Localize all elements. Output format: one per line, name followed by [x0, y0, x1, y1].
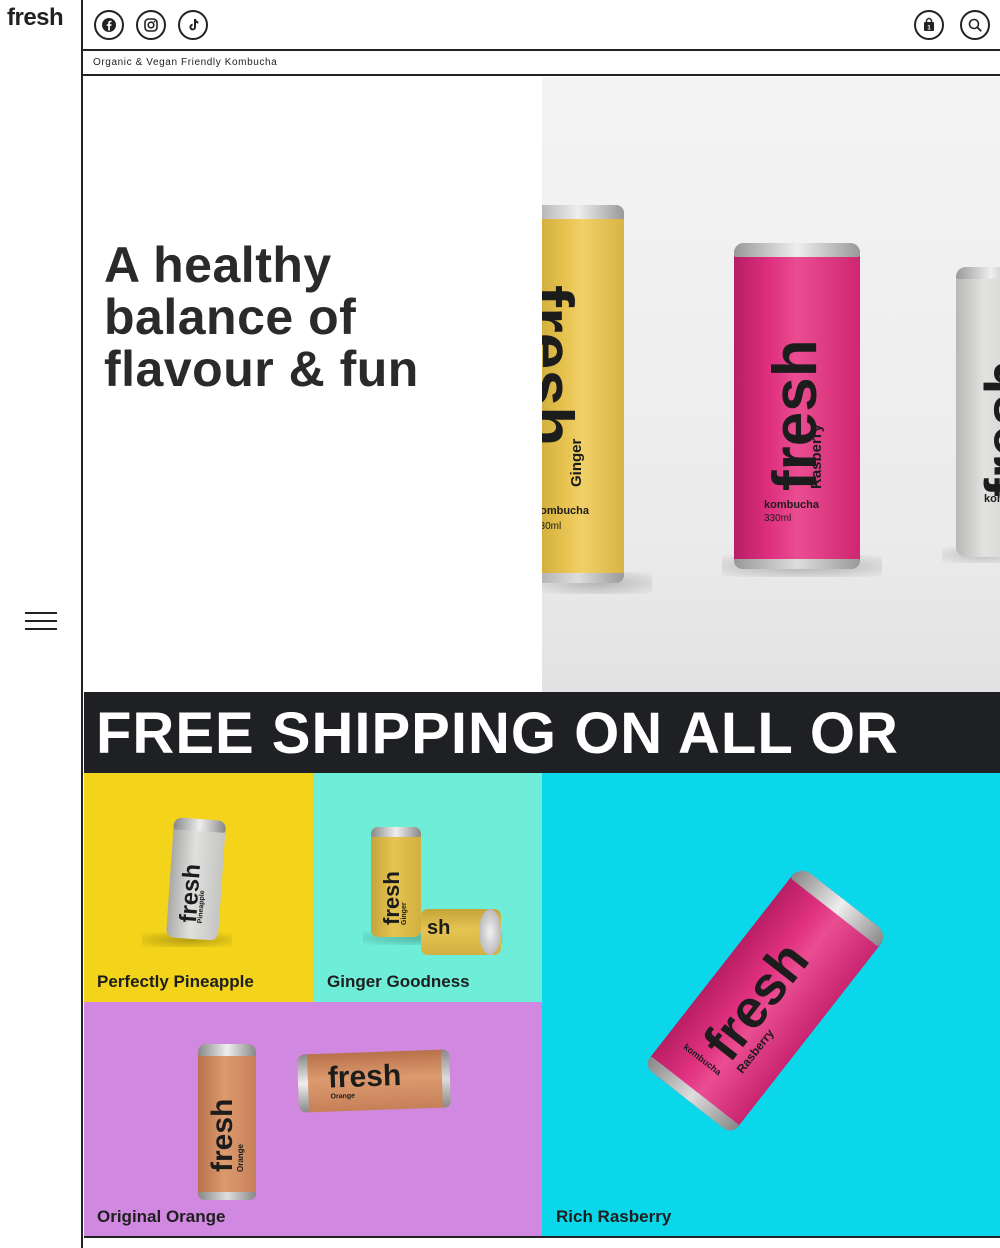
product-label[interactable]: Perfectly Pineapple [97, 972, 254, 992]
can-brand-text: fresh [973, 360, 1000, 497]
tagline-bar: Organic & Vegan Friendly Kombucha [83, 51, 1000, 76]
can-brand-text: sh [427, 917, 451, 939]
hero-title: A healthy balance of flavour & fun [104, 237, 419, 397]
can-flavor-text: Orange [330, 1092, 356, 1101]
tagline: Organic & Vegan Friendly Kombucha [93, 57, 278, 68]
cart-count: 1 [927, 24, 931, 31]
left-rail: fresh [0, 0, 83, 1248]
orange-can-lying: fresh Orange [297, 1049, 451, 1113]
facebook-icon[interactable] [94, 10, 124, 40]
brand-logo[interactable]: fresh [7, 4, 64, 32]
can-flavor-text: Orange [236, 1143, 245, 1172]
product-tile-rasberry[interactable]: fresh Rasberry kombucha Rich Rasberry [542, 773, 1000, 1236]
pineapple-can: fresh kom [956, 267, 1000, 557]
rasberry-can: fresh Rasberry kombucha 330ml [734, 243, 860, 569]
can-volume-text: 330ml [764, 513, 792, 524]
can-brand-text: fresh [206, 1098, 239, 1172]
ginger-can-lying: sh [421, 909, 501, 955]
can-volume-text: 330ml [542, 521, 562, 532]
tiktok-icon[interactable] [178, 10, 208, 40]
can-brand-text: fresh [327, 1059, 402, 1095]
can-flavor-text: Pineapple [196, 890, 207, 924]
ginger-can: fresh Ginger kombucha 330ml [542, 205, 624, 583]
search-icon[interactable] [960, 10, 990, 40]
can-brand-text: fresh [542, 285, 587, 447]
instagram-icon[interactable] [136, 10, 166, 40]
top-bar: 1 [83, 0, 1000, 51]
hero-section: A healthy balance of flavour & fun fresh… [84, 77, 1000, 692]
hero-product-image: fresh Ginger kombucha 330ml fresh Rasber… [542, 77, 1000, 692]
orange-can: fresh Orange [198, 1044, 256, 1200]
free-shipping-text: FREE SHIPPING ON ALL OR [96, 701, 899, 766]
pineapple-can: fresh Pineapple [165, 817, 227, 941]
can-sub-text: kombucha [542, 505, 590, 517]
product-tile-orange[interactable]: fresh Orange fresh Orange Original Orang… [84, 1002, 542, 1236]
product-label[interactable]: Rich Rasberry [556, 1207, 671, 1227]
shopping-bag-icon[interactable]: 1 [914, 10, 944, 40]
rasberry-can: fresh Rasberry kombucha [643, 865, 889, 1135]
can-sub-text: kom [984, 493, 1000, 505]
ginger-can: fresh Ginger [371, 827, 421, 937]
can-sub-text: kombucha [764, 499, 820, 511]
product-tile-ginger[interactable]: fresh Ginger sh Ginger Goodness [313, 773, 542, 1002]
can-flavor-text: Rasberry [808, 423, 825, 489]
hamburger-menu-icon[interactable] [25, 612, 57, 632]
product-tile-pineapple[interactable]: fresh Pineapple Perfectly Pineapple [84, 773, 313, 1002]
product-label[interactable]: Original Orange [97, 1207, 225, 1227]
divider [84, 1236, 1000, 1238]
free-shipping-banner: FREE SHIPPING ON ALL OR [84, 692, 1000, 773]
can-flavor-text: Ginger [568, 438, 585, 487]
can-flavor-text: Ginger [401, 902, 408, 925]
product-label[interactable]: Ginger Goodness [327, 972, 470, 992]
